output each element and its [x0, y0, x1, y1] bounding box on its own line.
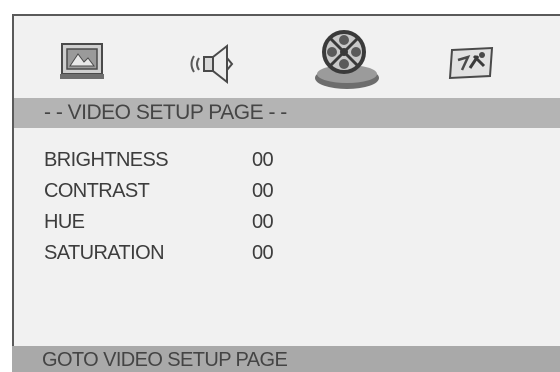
- setup-icon-bar: [14, 16, 560, 98]
- setting-value: 00: [252, 180, 274, 202]
- status-bar: GOTO VIDEO SETUP PAGE: [12, 346, 560, 372]
- setting-row-brightness[interactable]: BRIGHTNESS 00: [44, 149, 344, 180]
- settings-list: BRIGHTNESS 00 CONTRAST 00 HUE 00 SATURAT…: [44, 149, 344, 273]
- general-setup-icon: [60, 43, 104, 79]
- page-title-bar: - - VIDEO SETUP PAGE - -: [14, 98, 560, 128]
- speaker-icon: [190, 43, 234, 85]
- setting-label: BRIGHTNESS: [44, 149, 169, 171]
- setting-value: 00: [252, 149, 274, 171]
- tab-audio-setup[interactable]: [182, 30, 248, 90]
- setting-value: 00: [252, 242, 274, 264]
- tab-preference[interactable]: [438, 30, 504, 90]
- setting-row-saturation[interactable]: SATURATION 00: [44, 242, 344, 273]
- setting-label: HUE: [44, 211, 85, 233]
- film-reel-icon: [315, 30, 379, 89]
- setting-row-hue[interactable]: HUE 00: [44, 211, 344, 242]
- setting-value: 00: [252, 211, 274, 233]
- setting-label: CONTRAST: [44, 180, 150, 202]
- page-title: - - VIDEO SETUP PAGE - -: [44, 101, 287, 124]
- setting-row-contrast[interactable]: CONTRAST 00: [44, 180, 344, 211]
- preference-icon: [448, 46, 494, 80]
- setting-label: SATURATION: [44, 242, 165, 264]
- setup-menu-panel: - - VIDEO SETUP PAGE - - BRIGHTNESS 00 C…: [12, 14, 560, 372]
- tab-video-setup[interactable]: [308, 24, 386, 94]
- status-text: GOTO VIDEO SETUP PAGE: [42, 349, 288, 371]
- tab-general-setup[interactable]: [50, 30, 116, 90]
